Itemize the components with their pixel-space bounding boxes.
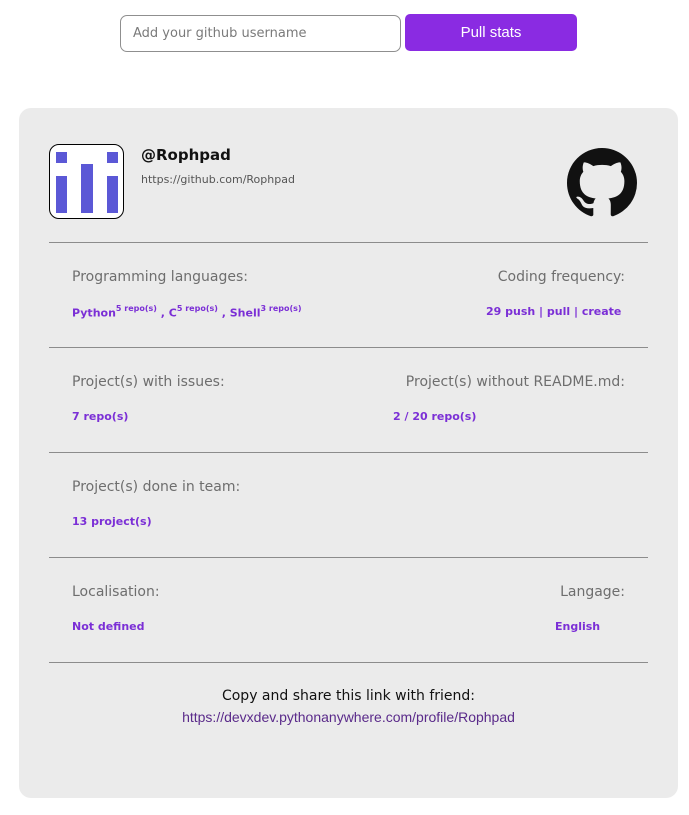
language-separator: , — [217, 306, 230, 320]
divider — [49, 452, 648, 453]
language-separator: , — [156, 306, 169, 320]
frequency-value: 29 push | pull | create — [486, 305, 622, 318]
divider — [49, 347, 648, 348]
share-link[interactable]: https://devxdev.pythonanywhere.com/profi… — [19, 709, 678, 725]
issues-label: Project(s) with issues: — [72, 374, 225, 390]
github-icon[interactable] — [567, 148, 637, 218]
divider — [49, 662, 648, 663]
readme-label: Project(s) without README.md: — [405, 374, 625, 390]
readme-value: 2 / 20 repo(s) — [393, 410, 477, 423]
language-name: Python — [72, 306, 116, 320]
divider — [49, 557, 648, 558]
issues-value: 7 repo(s) — [72, 410, 129, 423]
divider — [49, 242, 648, 243]
localisation-value: Not defined — [72, 620, 145, 633]
language-name: C — [168, 306, 177, 320]
languages-label: Programming languages: — [72, 269, 248, 285]
team-label: Project(s) done in team: — [72, 479, 241, 495]
localisation-label: Localisation: — [72, 584, 160, 600]
profile-url-link[interactable]: https://github.com/Rophpad — [141, 173, 295, 186]
language-value: English — [555, 620, 601, 633]
search-bar: Pull stats — [0, 0, 689, 60]
language-label: Langage: — [560, 584, 625, 600]
frequency-label: Coding frequency: — [497, 269, 625, 285]
profile-handle: @Rophpad — [141, 146, 231, 164]
team-value: 13 project(s) — [72, 515, 152, 528]
language-name: Shell — [229, 306, 261, 320]
language-repo-count: 3 repo(s) — [260, 304, 302, 313]
username-input[interactable] — [120, 15, 401, 52]
language-repo-count: 5 repo(s) — [115, 304, 157, 313]
profile-card: @Rophpad https://github.com/Rophpad Prog… — [19, 108, 678, 798]
share-text: Copy and share this link with friend: — [221, 688, 476, 704]
avatar — [49, 144, 124, 219]
languages-value: Python5 repo(s) , C5 repo(s) , Shell3 re… — [72, 304, 302, 320]
pull-stats-button[interactable]: Pull stats — [405, 14, 577, 51]
language-repo-count: 5 repo(s) — [176, 304, 218, 313]
